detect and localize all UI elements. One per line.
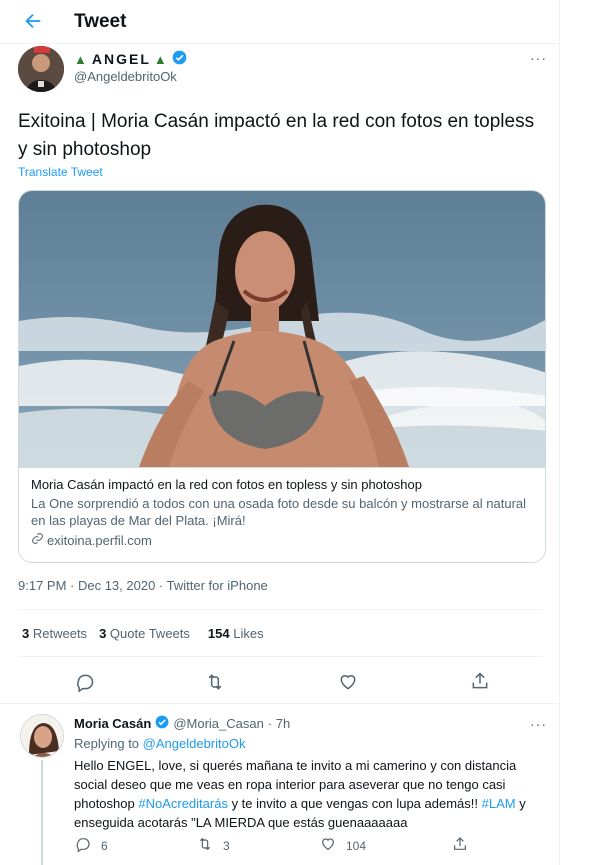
like-icon[interactable]: [338, 672, 358, 692]
replying-to-handle[interactable]: @AngeldebritoOk: [143, 736, 246, 751]
hashtag-link[interactable]: #NoAcreditarás: [138, 796, 228, 811]
card-domain-row: exitoina.perfil.com: [31, 532, 535, 548]
engagement-stats: 3 Retweets 3 Quote Tweets 154 Likes: [22, 626, 264, 641]
card-title: Moria Casán impactó en la red con fotos …: [31, 477, 422, 492]
reply-author-handle[interactable]: @Moria_Casan: [173, 716, 264, 731]
page-title: Tweet: [74, 11, 127, 32]
retweet-count: 3: [223, 838, 230, 853]
replying-to: Replying to @AngeldebritoOk: [74, 736, 245, 751]
tree-icon: ▲: [153, 51, 169, 67]
share-icon[interactable]: [470, 671, 490, 691]
likes-stat[interactable]: 154 Likes: [208, 626, 264, 641]
author-name-text: ANGEL: [91, 51, 151, 67]
card-image: [19, 191, 545, 467]
reply-reply-action[interactable]: 6: [75, 836, 108, 855]
reply-icon: [75, 836, 91, 855]
card-domain: exitoina.perfil.com: [47, 532, 152, 548]
retweet-icon: [197, 836, 213, 855]
reply-text: Hello ENGEL, love, si querés mañana te i…: [74, 758, 526, 830]
back-arrow-icon[interactable]: [22, 10, 44, 32]
reply-author-name[interactable]: Moria Casán: [74, 716, 151, 731]
author-handle[interactable]: @AngeldebritoOk: [74, 69, 177, 84]
divider: [0, 703, 560, 704]
replying-prefix: Replying to: [74, 736, 140, 751]
reply-time[interactable]: · 7h: [268, 716, 290, 731]
reply-icon[interactable]: [75, 672, 95, 693]
tree-icon: ▲: [74, 51, 89, 67]
hashtag-link[interactable]: #LAM: [482, 796, 516, 811]
action-bar: [0, 668, 560, 696]
retweet-icon[interactable]: [205, 672, 225, 692]
more-icon[interactable]: ···: [530, 716, 547, 732]
like-icon: [320, 836, 336, 855]
reply-like-action[interactable]: 104: [320, 836, 366, 855]
author-name[interactable]: ▲ ANGEL ▲: [74, 50, 187, 68]
link-icon: [31, 532, 44, 548]
verified-badge-icon: [172, 50, 187, 68]
author-avatar[interactable]: [18, 46, 64, 92]
tweet-timestamp[interactable]: 9:17 PM · Dec 13, 2020 · Twitter for iPh…: [18, 578, 268, 593]
retweets-stat[interactable]: 3 Retweets: [22, 626, 87, 641]
reply-retweet-action[interactable]: 3: [197, 836, 230, 855]
card-description: La One sorprendió a todos con una osada …: [31, 496, 527, 528]
quotes-stat[interactable]: 3 Quote Tweets: [99, 626, 190, 641]
reply-share-action[interactable]: [452, 836, 468, 855]
link-card[interactable]: Moria Casán impactó en la red con fotos …: [18, 190, 546, 563]
reply-action-bar: 6 3 104: [0, 836, 560, 856]
tweet-text: Exitoina | Moria Casán impactó en la red…: [18, 111, 535, 160]
reply-header: Moria Casán @Moria_Casan · 7h: [74, 715, 290, 732]
like-count: 104: [346, 838, 367, 853]
reply-author-avatar[interactable]: [20, 714, 64, 758]
divider: [18, 609, 543, 610]
verified-badge-icon: [155, 715, 169, 732]
divider: [18, 656, 543, 657]
top-bar: Tweet: [0, 0, 560, 44]
reply-count: 6: [101, 838, 108, 853]
more-icon[interactable]: ···: [530, 50, 547, 66]
translate-link[interactable]: Translate Tweet: [18, 165, 103, 179]
share-icon: [452, 836, 468, 855]
card-meta: Moria Casán impactó en la red con fotos …: [19, 467, 545, 562]
